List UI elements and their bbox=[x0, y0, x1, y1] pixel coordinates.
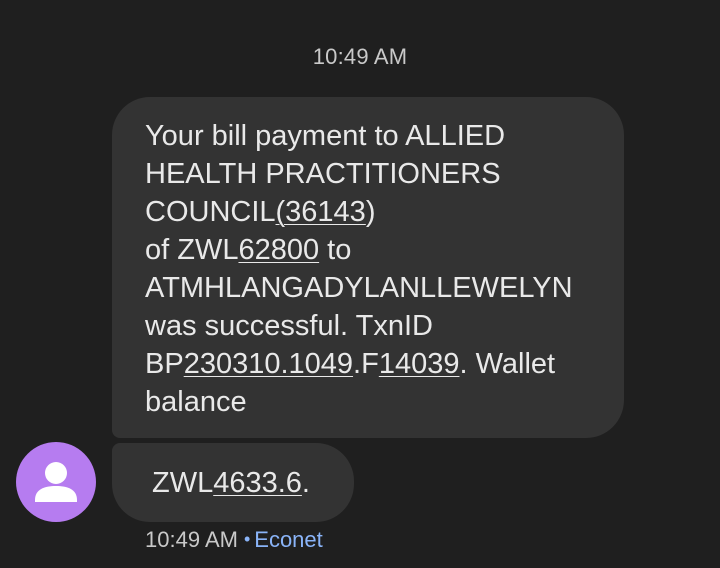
message-text: to bbox=[319, 234, 352, 266]
message-number-link[interactable]: 230310.1049 bbox=[184, 348, 353, 380]
sentence-end: . bbox=[301, 467, 310, 499]
message-number-link[interactable]: 14039 bbox=[379, 348, 460, 380]
message-line: Your bill payment to ALLIED bbox=[145, 117, 624, 155]
balance-amount-link[interactable]: 4633.6 bbox=[213, 467, 302, 499]
message-text: balance bbox=[145, 386, 247, 418]
message-line: ATMHLANGADYLANLLEWELYN bbox=[145, 269, 624, 307]
message-footer: 10:49 AM • Econet bbox=[145, 527, 323, 553]
message-line: balance bbox=[145, 383, 624, 421]
message-text: . Wallet bbox=[459, 348, 556, 380]
message-text: COUNCIL bbox=[145, 196, 276, 228]
separator-dot: • bbox=[243, 529, 251, 549]
message-time: 10:49 AM bbox=[145, 527, 238, 552]
message-number-link[interactable]: (36143 bbox=[276, 196, 366, 228]
message-line: COUNCIL(36143) bbox=[145, 193, 624, 231]
currency-prefix: ZWL bbox=[152, 467, 214, 499]
sender-avatar[interactable] bbox=[16, 442, 96, 522]
message-text: ) bbox=[365, 196, 376, 228]
message-text: Your bill payment to ALLIED bbox=[145, 120, 506, 152]
message-line: BP230310.1049.F14039. Wallet bbox=[145, 345, 624, 383]
message-text: was successful. TxnID bbox=[145, 310, 433, 342]
message-number-link[interactable]: 62800 bbox=[238, 234, 319, 266]
message-text: of ZWL bbox=[145, 234, 239, 266]
message-line: of ZWL62800 to bbox=[145, 231, 624, 269]
person-icon bbox=[35, 462, 77, 502]
message-bubble[interactable]: Your bill payment to ALLIED HEALTH PRACTI… bbox=[112, 97, 624, 438]
message-text: BP bbox=[145, 348, 184, 380]
message-text: .F bbox=[353, 348, 379, 380]
carrier-label: Econet bbox=[254, 527, 323, 552]
message-line: was successful. TxnID bbox=[145, 307, 624, 345]
message-text: ATMHLANGADYLANLLEWELYN bbox=[145, 272, 573, 304]
message-bubble-continuation[interactable]: ZWL4633.6. bbox=[112, 443, 354, 522]
message-timestamp-header: 10:49 AM bbox=[312, 44, 408, 69]
message-line: HEALTH PRACTITIONERS bbox=[145, 155, 624, 193]
message-text: HEALTH PRACTITIONERS bbox=[145, 158, 501, 190]
